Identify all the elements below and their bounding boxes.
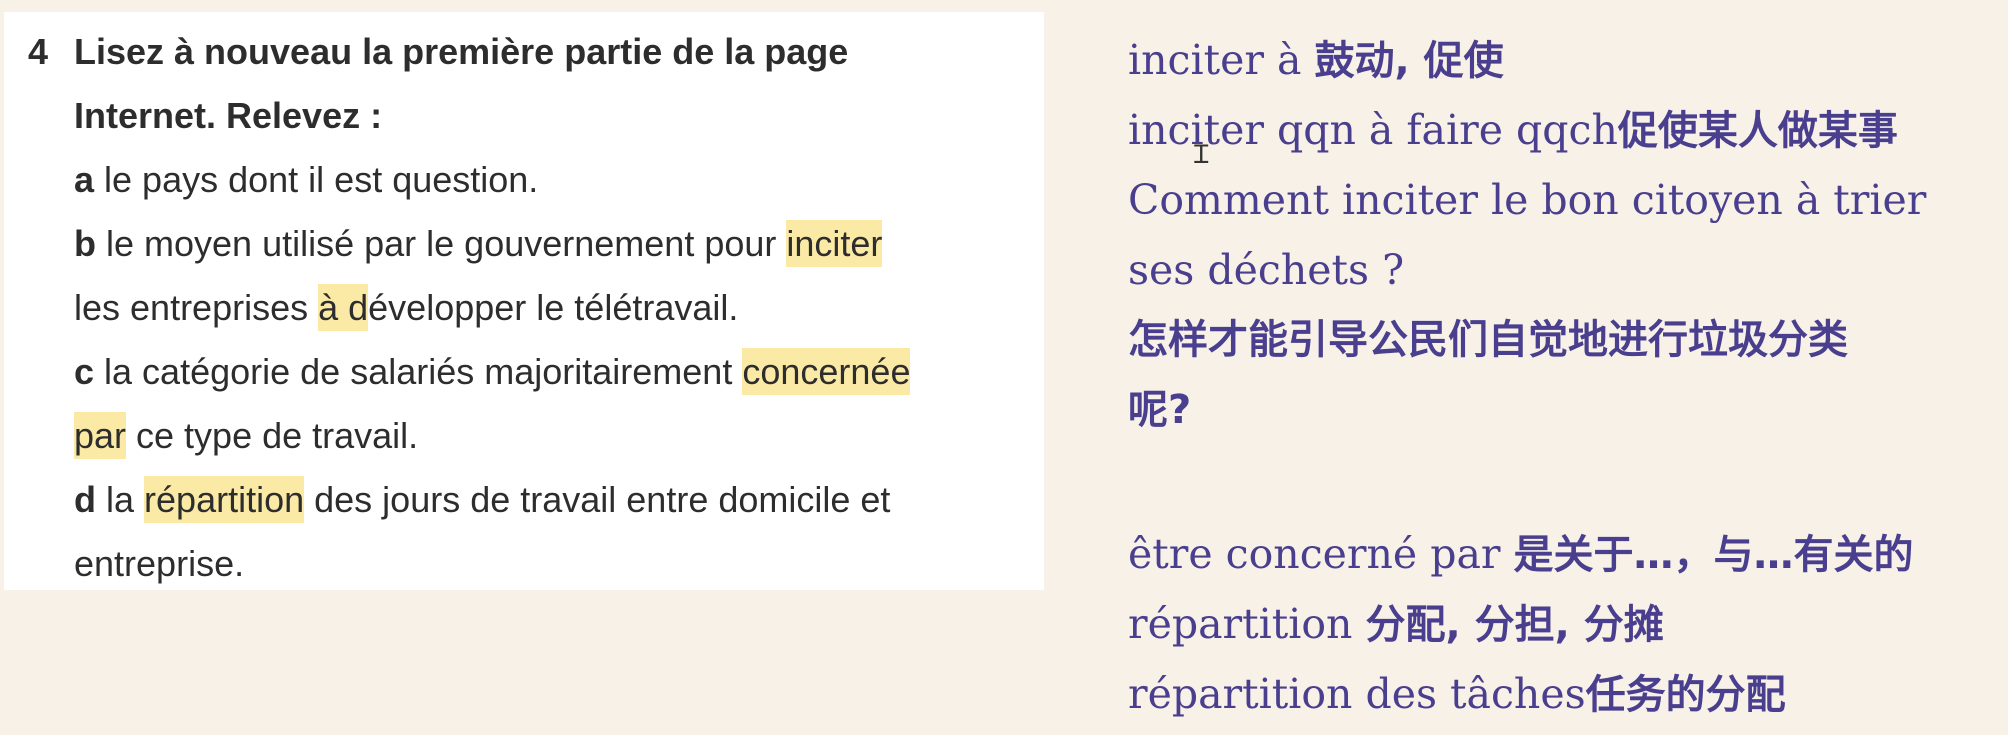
textbook-excerpt: 4 Lisez à nouveau la première partie de … [4,12,1044,590]
item-d-text-2: des jours de travail entre domicile et [304,479,891,520]
item-c-letter: c [74,351,95,392]
note-zh: 是关于…，与…有关的 [1513,532,1914,578]
note-example-fr-2: ses déchets ? [1128,242,1404,307]
item-b-text: le moyen utilisé par le gouvernement pou… [96,223,787,264]
highlight-inciter: inciter [786,220,883,267]
note-repartition: répartition 分配, 分担, 分摊 [1128,596,1664,661]
highlight-par: par [74,412,127,459]
item-c-line-2: par ce type de travail. [74,412,419,459]
item-a: a le pays dont il est question. [74,158,538,202]
note-zh: 分配, 分担, 分摊 [1365,602,1664,648]
note-fr: ses déchets ? [1128,246,1405,294]
item-d-text: la [96,479,145,520]
item-b-line-2: les entreprises à développer le télétrav… [74,284,739,331]
note-fr: répartition des tâches [1128,670,1586,718]
item-d-text-3: entreprise. [74,543,245,584]
note-example-fr-1: Comment inciter le bon citoyen à trier [1128,172,1926,237]
note-zh: 呢? [1128,387,1192,433]
note-zh: 任务的分配 [1585,672,1786,718]
item-a-letter: a [74,159,95,200]
note-example-zh-1: 怎样才能引导公民们自觉地进行垃圾分类 [1128,312,1848,376]
highlight-repartition: répartition [144,476,305,523]
item-b-text-2: les entreprises [74,287,319,328]
item-b-text-3: évelopper le télétravail. [368,287,739,328]
note-zh: 促使某人做某事 [1617,108,1898,154]
exercise-title-line-2: Internet. Relevez : [74,95,383,136]
item-c-line-1: c la catégorie de salariés majoritaireme… [74,348,911,395]
note-zh: 鼓动, 促使 [1314,38,1504,84]
note-fr: Comment inciter le bon citoyen à trier [1128,176,1927,224]
note-fr: répartition [1128,600,1366,648]
highlight-a: à d [318,284,369,331]
exercise-title-line-1: Lisez à nouveau la première partie de la… [74,31,849,72]
note-example-zh-2: 呢? [1128,382,1191,446]
note-zh: 怎样才能引导公民们自觉地进行垃圾分类 [1128,317,1848,363]
item-c-text: la catégorie de salariés majoritairement [94,351,743,392]
exercise-number: 4 [28,31,49,72]
highlight-concernee: concernée [742,348,911,395]
item-d-letter: d [74,479,96,520]
item-b-line-1: b le moyen utilisé par le gouvernement p… [74,220,883,267]
note-fr: inciter à [1128,36,1315,84]
item-d-line-1: d la répartition des jours de travail en… [74,476,891,523]
note-etre-concerne: être concerné par 是关于…，与…有关的 [1128,526,1914,591]
note-repartition-taches: répartition des tâches任务的分配 [1128,666,1786,731]
item-c-text-2: ce type de travail. [126,415,419,456]
note-inciter-qqn: inciter qqn à faire qqch促使某人做某事 [1128,102,1898,167]
text-cursor-icon: Ɪ [1194,140,1209,170]
item-b-letter: b [74,223,96,264]
item-a-text: le pays dont il est question. [94,159,539,200]
note-inciter-a: inciter à 鼓动, 促使 [1128,32,1504,97]
item-d-line-2: entreprise. [74,542,244,586]
note-fr: être concerné par [1128,530,1514,578]
